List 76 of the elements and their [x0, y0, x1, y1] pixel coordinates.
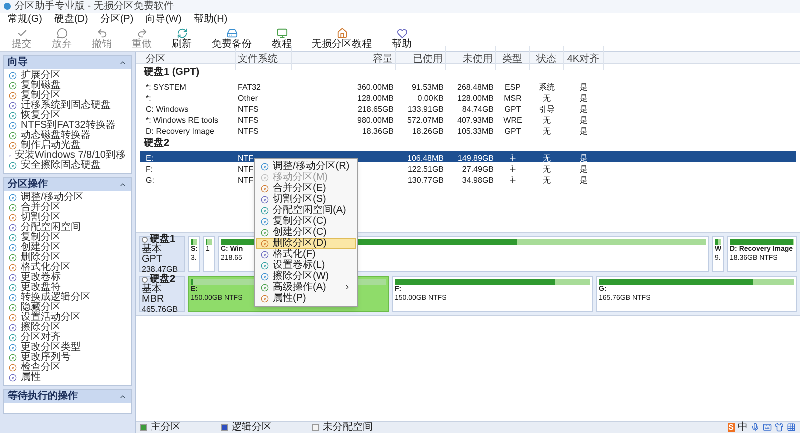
table-cell: 91.53MB [412, 82, 444, 92]
table-cell: C: Windows [146, 104, 189, 114]
table-cell: 27.49GB [462, 164, 494, 174]
table-cell: *: SYSTEM [146, 82, 186, 92]
table-cell: 是 [580, 94, 588, 102]
table-cell: 主 [509, 164, 517, 174]
legend-label: 主分区 [151, 422, 181, 432]
panel-title: 等待执行的操作 [8, 392, 78, 402]
table-cell: 268.48MB [458, 82, 494, 92]
table-cell: 133.91GB [408, 104, 444, 114]
table-cell: GPT [504, 126, 522, 136]
table-cell: 0.00KB [418, 94, 444, 102]
table-cell: 无 [543, 176, 551, 184]
table-cell: MSR [504, 94, 522, 102]
window-title: 分区助手专业版 - 无损分区免费软件 [15, 2, 174, 12]
table-cell: NTF [238, 164, 254, 174]
table-cell: 无 [543, 116, 551, 124]
table-cell: 572.07MB [408, 116, 444, 124]
disk-type: 基本 GPT [142, 244, 164, 264]
table-cell: NTF [238, 176, 254, 184]
table-cell: 引导 [539, 104, 555, 114]
table-cell: *: [146, 94, 152, 102]
table-cell: E: [146, 154, 154, 162]
table-cell: D: Recovery Image [146, 126, 214, 136]
table-cell: NTF [238, 154, 254, 162]
table-cell: 149.89GB [458, 154, 494, 162]
table-cell: GPT [504, 104, 522, 114]
table-cell: 106.48MB [408, 154, 444, 162]
table-cell: 130.77GB [408, 176, 444, 184]
table-cell: 122.51GB [408, 164, 444, 174]
table-cell: 360.00MB [358, 82, 394, 92]
disk-size: 465.76GB [142, 304, 180, 314]
table-cell: 无 [543, 126, 551, 136]
table-cell: NTFS [238, 104, 259, 114]
table-cell: NTFS [238, 116, 259, 124]
table-cell: FAT32 [238, 82, 261, 92]
table-cell: 980.00MB [358, 116, 394, 124]
table-cell: 407.93MB [458, 116, 494, 124]
table-cell: 主 [509, 176, 517, 184]
legend-label: 未分配空间 [323, 422, 373, 432]
table-cell: G: [146, 176, 154, 184]
table-cell: WRE [504, 116, 522, 124]
disk-heading: 硬盘2 [144, 139, 170, 149]
panel-title: 分区操作 [8, 180, 48, 190]
table-cell: 系统 [539, 82, 555, 92]
table-cell: 无 [543, 154, 551, 162]
table-cell: 主 [509, 154, 517, 162]
table-cell: 105.33MB [458, 126, 494, 136]
table-cell: 128.00MB [358, 94, 394, 102]
disk-size: 238.47GB [142, 264, 180, 274]
table-cell: 无 [543, 164, 551, 174]
table-cell: NTFS [238, 126, 259, 136]
table-cell: 是 [580, 176, 588, 184]
disk-type: 基本 MBR [142, 284, 166, 304]
panel-title: 向导 [8, 58, 28, 68]
table-cell: F: [146, 164, 154, 174]
table-cell: 是 [580, 104, 588, 114]
table-cell: 18.26GB [412, 126, 444, 136]
table-cell: 是 [580, 164, 588, 174]
table-cell: 是 [580, 154, 588, 162]
table-cell: 是 [580, 116, 588, 124]
disk-name: 硬盘2 [150, 274, 176, 284]
disk-heading: 硬盘1 (GPT) [144, 68, 200, 78]
table-cell: Other [238, 94, 258, 102]
table-cell: 34.98GB [462, 176, 494, 184]
table-cell: 是 [580, 82, 588, 92]
legend-label: 逻辑分区 [232, 422, 272, 432]
table-cell: 18.36GB [362, 126, 394, 136]
table-cell: 218.65GB [358, 104, 394, 114]
table-cell: ESP [504, 82, 521, 92]
table-cell: 是 [580, 126, 588, 136]
table-cell: *: Windows RE tools [146, 116, 218, 124]
table-cell: 无 [543, 94, 551, 102]
disk-name: 硬盘1 [150, 234, 176, 244]
table-cell: 128.00MB [458, 94, 494, 102]
table-cell: 84.74GB [462, 104, 494, 114]
